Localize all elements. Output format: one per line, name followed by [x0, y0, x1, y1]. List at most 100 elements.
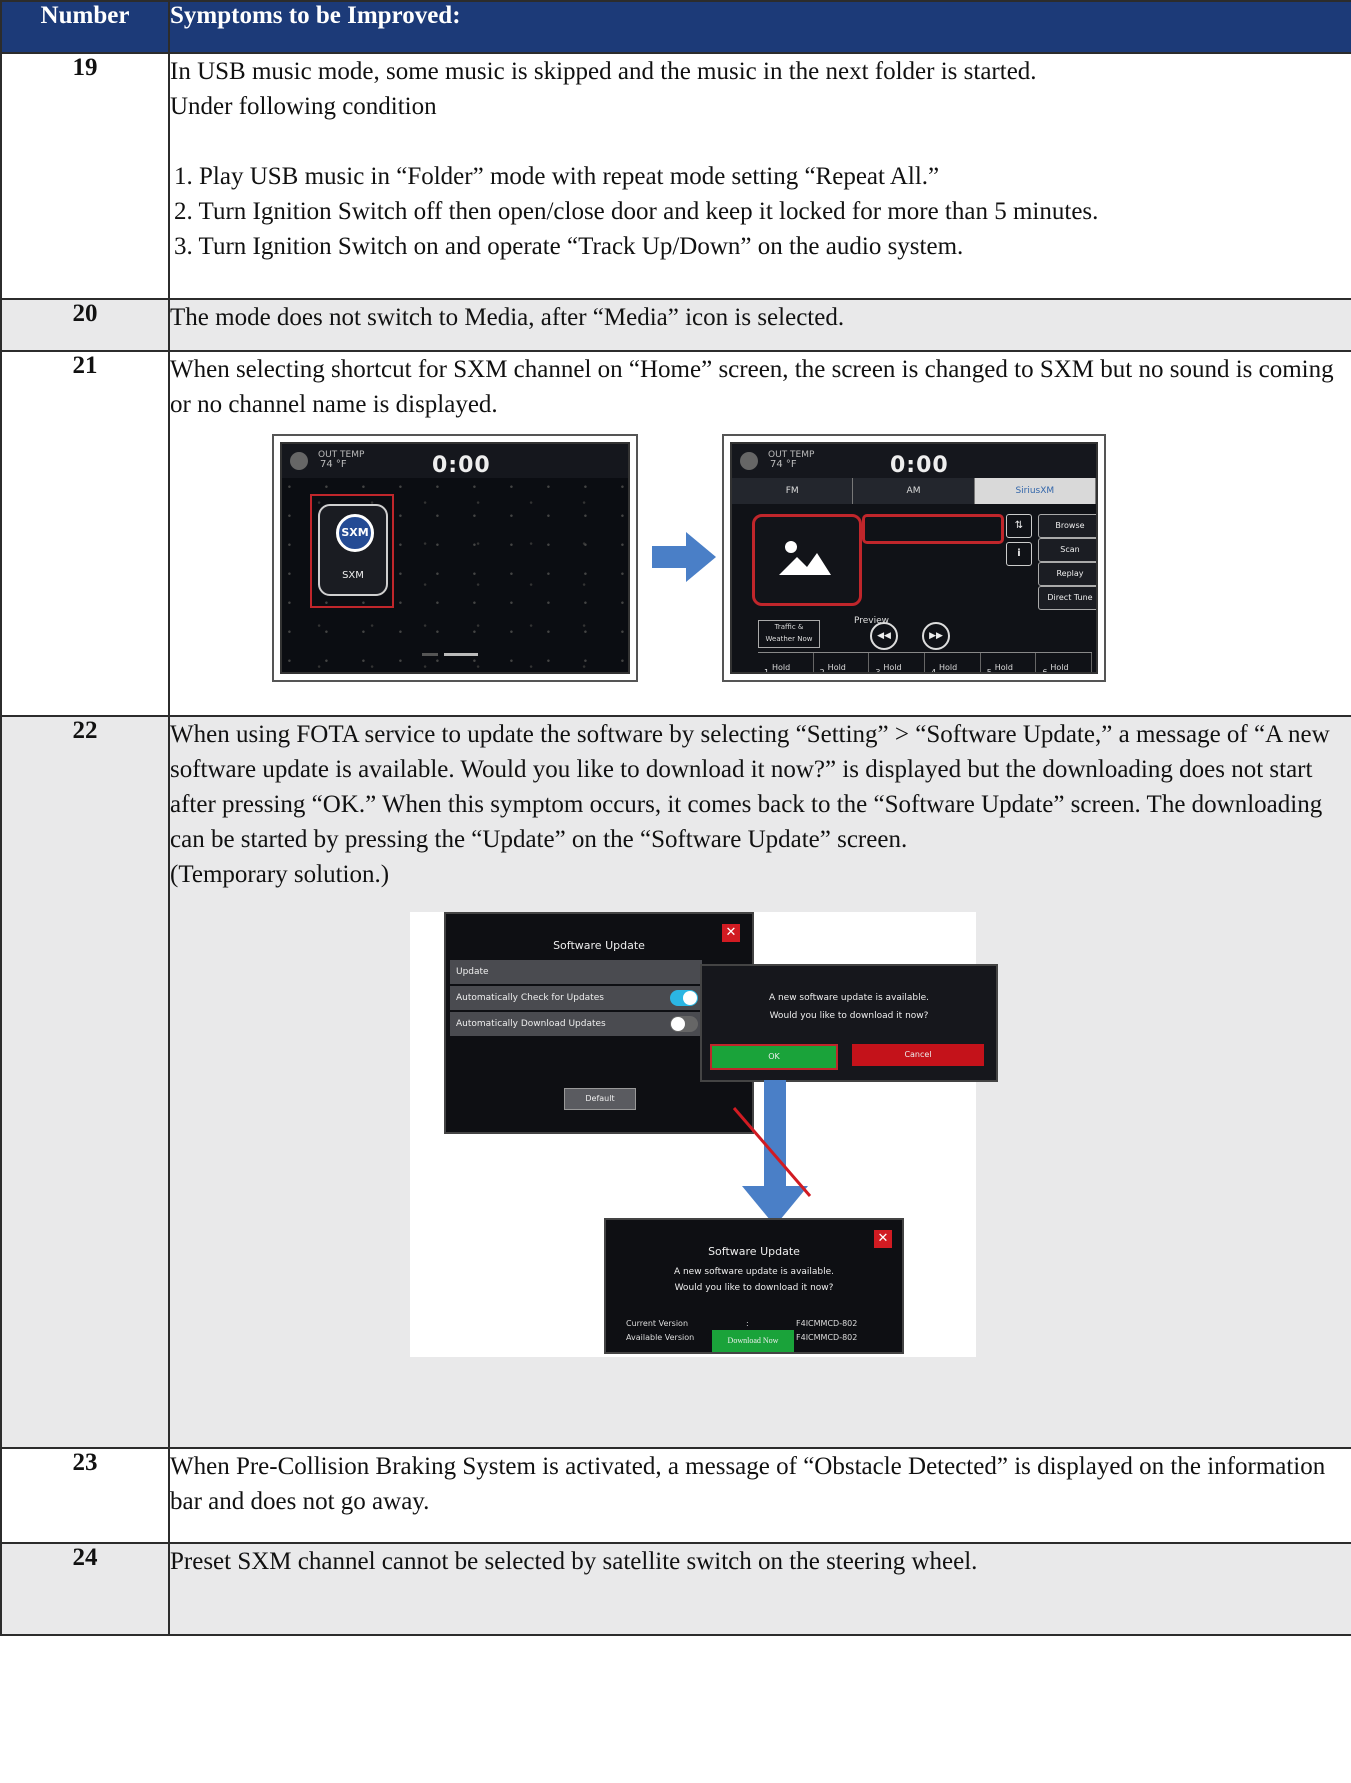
siriusxm-screen: OUT TEMP 74 °F 0:00 FM AM SiriusXM ⇅ i B…	[730, 442, 1098, 674]
table-row: 19 In USB music mode, some music is skip…	[0, 52, 1351, 300]
header-number: Number	[0, 0, 170, 54]
result-message-line2: Would you like to download it now?	[674, 1283, 834, 1293]
close-icon[interactable]: ✕	[874, 1230, 892, 1248]
popup-message-line2: Would you like to download it now?	[769, 1011, 929, 1021]
preset-number: 3	[875, 668, 881, 674]
row-number: 19	[0, 52, 170, 300]
row-symptom: When using FOTA service to update the so…	[168, 715, 1351, 1449]
sxm-shortcut-button[interactable]: SXM SXM	[318, 504, 388, 596]
preset-hold: Hold	[1050, 663, 1069, 672]
preset-hold: Hold	[994, 663, 1013, 672]
auto-check-row[interactable]: Automatically Check for Updates	[450, 986, 702, 1010]
condition-steps: 1. Play USB music in “Folder” mode with …	[170, 159, 1351, 264]
arrow-right-icon	[652, 532, 716, 582]
row-symptom: When Pre-Collision Braking System is act…	[168, 1447, 1351, 1544]
row-symptom: In USB music mode, some music is skipped…	[168, 52, 1351, 300]
page-indicator-active	[444, 653, 478, 656]
row-number: 21	[0, 350, 170, 717]
auto-download-label: Automatically Download Updates	[456, 1019, 606, 1029]
page-indicator	[422, 653, 438, 656]
download-now-button[interactable]: Download Now	[712, 1330, 794, 1352]
preset-hold: Hold	[772, 663, 791, 672]
result-message-line1: A new software update is available.	[673, 1267, 835, 1277]
update-available-popup: A new software update is available. Woul…	[700, 964, 998, 1082]
temp-value: 74 °F	[770, 459, 797, 470]
dialog-title: Software Update	[553, 939, 645, 952]
table-row: 23 When Pre-Collision Braking System is …	[0, 1447, 1351, 1544]
preset-button[interactable]: 1 Hold	[758, 653, 814, 674]
scan-button[interactable]: Scan	[1038, 538, 1096, 562]
symptom-line: In USB music mode, some music is skipped…	[170, 58, 1037, 85]
ok-button[interactable]: OK	[710, 1044, 838, 1070]
auto-download-toggle[interactable]	[670, 1016, 698, 1032]
sxm-figure: OUT TEMP 74 °F 0:00 SXM SXM OUT TEMP 74 …	[170, 422, 1351, 684]
table-row: 21 When selecting shortcut for SXM chann…	[0, 350, 1351, 717]
table-row: 22 When using FOTA service to update the…	[0, 715, 1351, 1449]
available-version-label: Available Version	[626, 1333, 695, 1342]
row-number: 22	[0, 715, 170, 1449]
table-row: 24 Preset SXM channel cannot be selected…	[0, 1542, 1351, 1636]
software-update-figure: Software Update ✕ Update Automatically C…	[170, 892, 1351, 1357]
table-header-row: Number Symptoms to be Improved:	[0, 0, 1351, 54]
default-button[interactable]: Default	[564, 1088, 636, 1110]
symptom-note: (Temporary solution.)	[170, 861, 390, 888]
home-screen: OUT TEMP 74 °F 0:00 SXM SXM	[280, 442, 630, 674]
chevron-right-icon[interactable]: ›	[1082, 664, 1088, 672]
replay-button[interactable]: Replay	[1038, 562, 1096, 586]
condition-step: 3. Turn Ignition Switch on and operate “…	[174, 233, 964, 260]
temp-value: 74 °F	[320, 459, 347, 470]
tab-fm[interactable]: FM	[732, 478, 854, 504]
info-icon[interactable]: i	[1006, 542, 1032, 566]
auto-download-row[interactable]: Automatically Download Updates	[450, 1012, 702, 1036]
preset-hold: Hold	[883, 663, 902, 672]
auto-check-label: Automatically Check for Updates	[456, 993, 604, 1003]
auto-check-toggle[interactable]	[670, 990, 698, 1006]
preset-number: 1	[764, 668, 770, 674]
traffic-weather-button[interactable]: Traffic & Weather Now	[758, 620, 820, 648]
preset-number: 4	[931, 668, 937, 674]
row-symptom: Preset SXM channel cannot be selected by…	[168, 1542, 1351, 1636]
tab-am[interactable]: AM	[853, 478, 975, 504]
weather-label: Weather Now	[765, 635, 813, 643]
preset-hold: Hold	[939, 663, 958, 672]
preset-button[interactable]: 2 Hold	[814, 653, 870, 674]
close-icon[interactable]: ✕	[722, 924, 740, 942]
browse-button[interactable]: Browse	[1038, 514, 1096, 538]
direct-tune-button[interactable]: Direct Tune	[1038, 586, 1096, 610]
row-symptom: The mode does not switch to Media, after…	[168, 298, 1351, 352]
channel-name-highlight	[862, 514, 1004, 544]
tab-siriusxm[interactable]: SiriusXM	[974, 478, 1096, 504]
row-number: 23	[0, 1447, 170, 1544]
traffic-label: Traffic &	[774, 623, 804, 631]
equalizer-icon[interactable]: ⇅	[1006, 514, 1032, 538]
rewind-icon[interactable]: ◀◀	[870, 622, 898, 650]
image-placeholder-icon	[779, 541, 831, 575]
preset-hold: Hold	[827, 663, 846, 672]
symptom-text: When selecting shortcut for SXM channel …	[170, 356, 1334, 418]
symptom-line: Under following condition	[170, 93, 437, 120]
chevron-left-icon[interactable]: ‹	[742, 664, 748, 672]
update-row[interactable]: Update	[450, 960, 702, 984]
table-row: 20 The mode does not switch to Media, af…	[0, 298, 1351, 352]
sxm-shortcut-highlight: SXM SXM	[310, 494, 394, 608]
preset-button[interactable]: 5 Hold	[981, 653, 1037, 674]
preset-number: 2	[819, 668, 825, 674]
preset-button[interactable]: 4 Hold	[925, 653, 981, 674]
available-version-value: F4ICMMCD-802	[796, 1333, 858, 1342]
preset-number: 6	[1042, 668, 1048, 674]
preset-button[interactable]: 3 Hold	[869, 653, 926, 674]
preset-number: 5	[986, 668, 992, 674]
preset-bar: 1 Hold 2 Hold 3 Hold 4 Hold 5 Hold 6 Hold	[758, 652, 1093, 674]
forward-icon[interactable]: ▶▶	[922, 622, 950, 650]
row-symptom: When selecting shortcut for SXM channel …	[168, 350, 1351, 717]
popup-message-line1: A new software update is available.	[768, 993, 930, 1003]
profile-icon	[290, 452, 308, 470]
condition-step: 1. Play USB music in “Folder” mode with …	[174, 163, 940, 190]
profile-icon	[740, 452, 758, 470]
header-symptoms: Symptoms to be Improved:	[168, 0, 1351, 54]
row-number: 20	[0, 298, 170, 352]
cancel-button[interactable]: Cancel	[852, 1044, 984, 1066]
condition-step: 2. Turn Ignition Switch off then open/cl…	[174, 198, 1099, 225]
row-number: 24	[0, 1542, 170, 1636]
channel-art-highlight	[752, 514, 862, 606]
